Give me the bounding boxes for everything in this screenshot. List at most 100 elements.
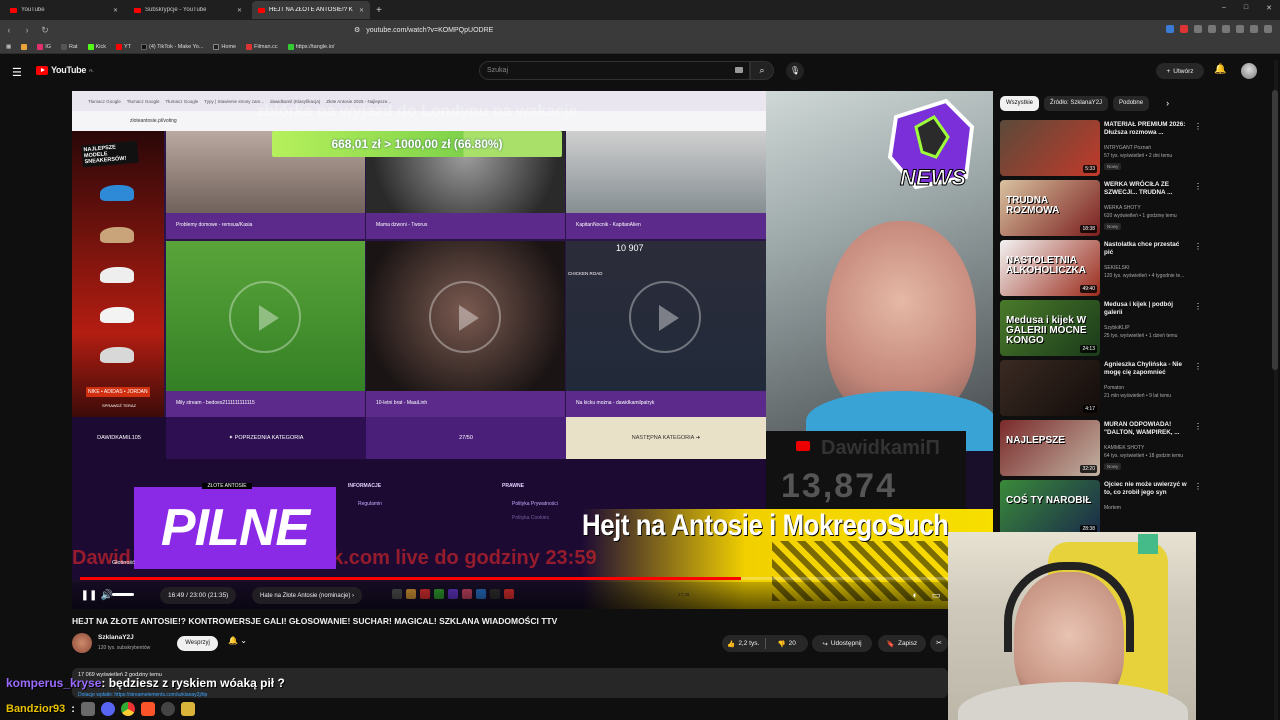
channel-name[interactable]: Mortem (1104, 505, 1121, 511)
thumbnail[interactable]: NAJLEPSZE 32:20 (1000, 420, 1100, 476)
more-options-icon[interactable]: ⋮ (1194, 362, 1202, 371)
subtitles-icon[interactable]: ▭ (932, 590, 941, 601)
new-tab-button[interactable]: + (376, 5, 382, 16)
more-options-icon[interactable]: ⋮ (1194, 302, 1202, 311)
notification-settings-button[interactable]: 🔔 ⌄ (228, 636, 258, 651)
close-tab-icon[interactable]: ✕ (237, 7, 242, 14)
bookmark[interactable]: Rat (61, 43, 78, 50)
site-info-icon[interactable]: ⚙ (354, 26, 360, 34)
recommendation-item[interactable]: NAJLEPSZE 32:20 MURAN ODPOWIADA! "DALTON, … (1000, 420, 1272, 478)
more-options-icon[interactable]: ⋮ (1194, 122, 1202, 131)
more-options-icon[interactable]: ⋮ (1194, 422, 1202, 431)
bookmark[interactable]: Filman.cc (246, 43, 278, 50)
search-button[interactable]: ⌕ (750, 61, 774, 80)
chip-source[interactable]: Źródło: SzklanaY2J (1044, 95, 1109, 111)
apps-icon[interactable]: ▦ (6, 44, 11, 50)
bookmark[interactable]: (4) TikTok - Make Yo... (141, 43, 203, 50)
video-player[interactable]: Tłumacz Google Tłumacz Google Tłumacz Go… (72, 91, 993, 609)
close-tab-icon[interactable]: ✕ (113, 7, 118, 14)
record-icon[interactable] (1180, 25, 1188, 33)
video-title[interactable]: MURAN ODPOWIADA! "DALTON, WAMPIREK, ... (1104, 421, 1190, 437)
channel-name[interactable]: WERKA SHOTY (1104, 205, 1141, 211)
like-button[interactable]: 👍 2,2 tys. (722, 640, 765, 648)
close-tab-icon[interactable]: ✕ (359, 7, 364, 14)
chevron-right-icon[interactable]: › (1166, 98, 1169, 108)
browser-tab[interactable]: Subskrypcje - YouTube ✕ (128, 1, 248, 19)
recommendation-item[interactable]: Medusa i kijek W GALERII MOCNE KONGO 24:1… (1000, 300, 1272, 358)
channel-avatar[interactable] (72, 633, 92, 653)
extension-icon[interactable] (1222, 25, 1230, 33)
chip-similar[interactable]: Podobne (1113, 95, 1150, 111)
thumbnail[interactable]: NASTOLETNIA ALKOHOLICZKA 49:40 (1000, 240, 1100, 296)
clip-button[interactable]: ✂ (930, 635, 948, 652)
save-button[interactable]: 🔖 Zapisz (878, 635, 926, 652)
channel-name[interactable]: SzybkiKLIP (1104, 325, 1130, 331)
search-input[interactable]: Szukaj (479, 61, 750, 80)
bookmark[interactable]: Kick (87, 43, 106, 50)
media-icon[interactable] (1236, 25, 1244, 33)
browser-tab[interactable]: YouTube ✕ (4, 1, 124, 19)
hamburger-menu-icon[interactable]: ☰ (12, 66, 22, 79)
bookmark[interactable]: IG (37, 43, 51, 50)
bookmark[interactable]: https://tangle.io/ (287, 43, 334, 50)
profile-icon[interactable] (1250, 25, 1258, 33)
recommendation-item[interactable]: 5:33 MATERIAŁ PREMIUM 2026: Dłuższa rozmo… (1000, 120, 1272, 178)
voice-search-button[interactable]: 🎙 (786, 62, 804, 80)
notifications-bell-icon[interactable]: 🔔 (1214, 64, 1226, 75)
dislike-button[interactable]: 👎 20 (766, 640, 809, 648)
channel-name[interactable]: KAMMEK SHOTY (1104, 445, 1144, 451)
video-title[interactable]: Nastolatka chce przestać pić (1104, 241, 1190, 257)
extension-icon[interactable] (1166, 25, 1174, 33)
menu-icon[interactable] (1264, 25, 1272, 33)
recommendation-item[interactable]: NASTOLETNIA ALKOHOLICZKA 49:40 Nastolatka … (1000, 240, 1272, 298)
forward-icon[interactable]: › (18, 25, 36, 35)
category-nav: DAWIDKAMIL105 ✦ POPRZEDNIA KATEGORIA 27/… (72, 417, 766, 459)
chapter-button[interactable]: Hate na Złote Antosie (nominacje) › (252, 587, 363, 604)
channel-name[interactable]: INTRYGANT Poznań (1104, 145, 1151, 151)
maximize-button[interactable]: □ (1244, 4, 1248, 12)
video-title[interactable]: Ojciec nie może uwierzyć w to, co zrobił… (1104, 481, 1190, 497)
autoplay-toggle[interactable]: ◐ (912, 590, 917, 601)
extension-icon[interactable] (1194, 25, 1202, 33)
thumbnail[interactable]: Medusa i kijek W GALERII MOCNE KONGO 24:1… (1000, 300, 1100, 356)
channel-name[interactable]: SzklanaY2J (98, 634, 134, 641)
bookmark[interactable] (21, 43, 28, 50)
progress-bar[interactable] (80, 577, 985, 580)
back-icon[interactable]: ‹ (0, 25, 18, 35)
thumbnail[interactable]: 4:17 (1000, 360, 1100, 416)
volume-slider[interactable] (112, 593, 134, 596)
more-options-icon[interactable]: ⋮ (1194, 242, 1202, 251)
recommendation-item[interactable]: 4:17 Agnieszka Chylińska - Nie mogę cię z… (1000, 360, 1272, 418)
channel-name[interactable]: Pomaton (1104, 385, 1124, 391)
thumbnail[interactable]: TRUDNA ROZMOWA 18:38 (1000, 180, 1100, 236)
recommendation-item[interactable]: COŚ TY NAROBIŁ 28:38 Ojciec nie może uwier… (1000, 480, 1272, 538)
url-field[interactable]: ⚙ youtube.com/watch?v=KOMPQpUODRE (354, 26, 493, 35)
chip-all[interactable]: Wszystkie (1000, 95, 1039, 111)
thumbnail[interactable]: 5:33 (1000, 120, 1100, 176)
page-scrollbar[interactable] (1272, 90, 1278, 370)
reload-icon[interactable]: ↻ (36, 25, 54, 36)
more-options-icon[interactable]: ⋮ (1194, 182, 1202, 191)
account-avatar[interactable] (1241, 63, 1257, 79)
close-window-button[interactable]: ✕ (1266, 4, 1272, 12)
minimize-button[interactable]: – (1222, 4, 1226, 12)
browser-tab-active[interactable]: HEJT NA ZŁOTE ANTOSIE!? K ✕ (252, 1, 370, 19)
bookmark[interactable]: Home (213, 43, 236, 50)
video-title[interactable]: WERKA WRÓCIŁA ZE SZWECJI... TRUDNA ... (1104, 181, 1190, 197)
microphone-icon: 🎙 (789, 66, 801, 75)
share-button[interactable]: ↪ Udostępnij (812, 635, 872, 652)
pause-button[interactable]: ❚❚ (80, 590, 98, 601)
create-button[interactable]: + Utwórz (1156, 63, 1204, 79)
extension-icon[interactable] (1208, 25, 1216, 33)
support-button[interactable]: Wesprzyj (177, 636, 218, 651)
video-title[interactable]: Medusa i kijek | podbój galerii (1104, 301, 1190, 317)
video-title[interactable]: MATERIAŁ PREMIUM 2026: Dłuższa rozmowa .… (1104, 121, 1190, 137)
video-title[interactable]: Agnieszka Chylińska - Nie mogę cię zapom… (1104, 361, 1190, 377)
channel-name[interactable]: SEKIELSKI (1104, 265, 1130, 271)
thumbnail[interactable]: COŚ TY NAROBIŁ 28:38 (1000, 480, 1100, 536)
recommendation-item[interactable]: TRUDNA ROZMOWA 18:38 WERKA WRÓCIŁA ZE SZWE… (1000, 180, 1272, 238)
bookmark[interactable]: YT (115, 43, 131, 50)
keyboard-icon[interactable] (735, 67, 743, 73)
youtube-logo[interactable]: YouTube PL (36, 65, 94, 75)
more-options-icon[interactable]: ⋮ (1194, 482, 1202, 491)
